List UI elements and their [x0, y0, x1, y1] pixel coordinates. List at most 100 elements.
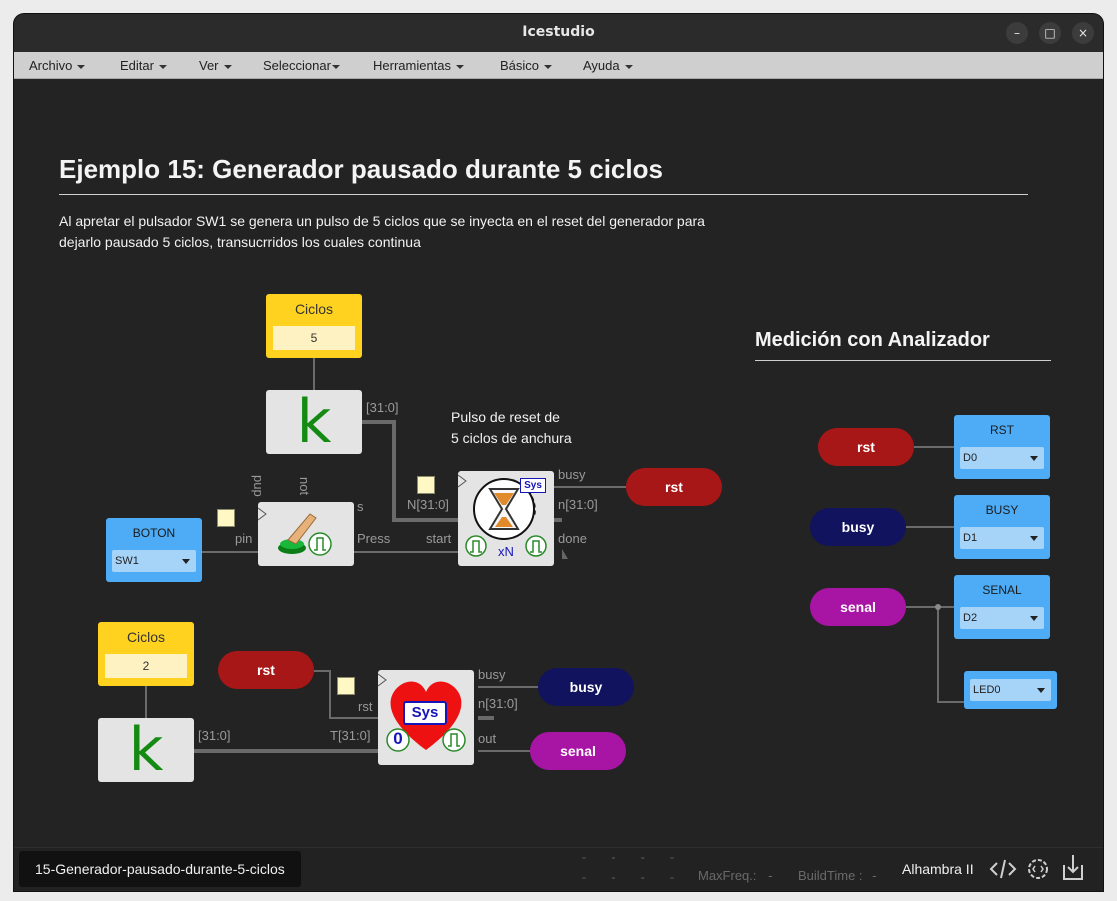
- pin-select-value: LED0: [973, 684, 1001, 696]
- dash: -: [611, 850, 616, 864]
- dropdown-arrow-icon: [1030, 456, 1038, 461]
- zero-label: 0: [393, 729, 403, 748]
- output-title: RST: [990, 423, 1014, 437]
- junction-dot: [935, 604, 941, 610]
- dash: -: [670, 850, 675, 864]
- minimize-button[interactable]: –: [1006, 22, 1028, 44]
- pin-select-value: SW1: [115, 555, 139, 567]
- input-boton[interactable]: BOTON SW1: [106, 518, 202, 582]
- output-senal[interactable]: SENAL D2: [954, 575, 1050, 639]
- bus-label: [31:0]: [366, 400, 399, 415]
- constant-ciclos-5[interactable]: Ciclos 5: [266, 294, 362, 358]
- file-tab[interactable]: 15-Generador-pausado-durante-5-ciclos: [19, 851, 301, 887]
- port-press: Press: [357, 531, 391, 546]
- timer-block[interactable]: Sys xN: [457, 471, 554, 566]
- status-dashes-top: - - - -: [582, 850, 674, 864]
- dropdown-arrow-icon: [182, 559, 190, 564]
- button-block[interactable]: [257, 502, 354, 566]
- maxfreq-value: -: [768, 868, 773, 883]
- port-done: done: [558, 531, 587, 546]
- port-busy: busy: [558, 467, 586, 482]
- port-pin: pin: [235, 531, 253, 546]
- description-line-1: Al apretar el pulsador SW1 se genera un …: [59, 213, 705, 229]
- maxfreq-label: MaxFreq.:: [698, 868, 757, 883]
- heartbeat-block[interactable]: Sys 0: [377, 670, 474, 765]
- label-busy-in[interactable]: busy: [810, 508, 906, 546]
- label-senal-in[interactable]: senal: [810, 588, 906, 626]
- annotation-line-2: 5 ciclos de anchura: [451, 430, 572, 446]
- output-rst[interactable]: RST D0: [954, 415, 1050, 479]
- code-icon[interactable]: [988, 856, 1018, 882]
- parameter-square[interactable]: [417, 476, 435, 494]
- board-name[interactable]: Alhambra II: [902, 861, 974, 877]
- buildtime: BuildTime : -: [798, 868, 877, 883]
- port-n-out: n[31:0]: [558, 497, 598, 512]
- xn-caption: xN: [498, 544, 514, 559]
- constant-value[interactable]: 2: [105, 654, 187, 678]
- menu-basico[interactable]: Básico: [500, 58, 553, 73]
- pin-select-value: D0: [963, 452, 978, 464]
- pin-select-value: D1: [963, 532, 978, 544]
- sys-badge: Sys: [520, 478, 546, 493]
- parameter-square[interactable]: [337, 677, 355, 695]
- output-title: BUSY: [985, 503, 1019, 517]
- push-button-icon: [257, 507, 332, 556]
- menu-archivo[interactable]: Archivo: [29, 58, 86, 73]
- label-rst-in[interactable]: rst: [818, 428, 914, 466]
- parameter-square[interactable]: [217, 509, 235, 527]
- dash: -: [640, 850, 645, 864]
- title-divider: [59, 194, 1028, 195]
- port-s: s: [357, 499, 364, 514]
- menu-archivo-label: Archivo: [29, 58, 73, 73]
- label-rst-out[interactable]: rst: [626, 468, 722, 506]
- pin-select[interactable]: SW1: [112, 550, 196, 572]
- constant-value[interactable]: 5: [273, 326, 355, 350]
- label-rst-in[interactable]: rst: [218, 651, 314, 689]
- port-t: T[31:0]: [330, 728, 371, 743]
- pin-select[interactable]: LED0: [970, 679, 1051, 701]
- output-led0[interactable]: LED0: [964, 671, 1057, 709]
- port-rst: rst: [358, 699, 373, 714]
- pin-select[interactable]: D1: [960, 527, 1044, 549]
- buildtime-label: BuildTime :: [798, 868, 863, 883]
- port-not: not: [297, 477, 312, 496]
- menu-editar[interactable]: Editar: [120, 58, 167, 73]
- menu-ayuda[interactable]: Ayuda: [583, 58, 633, 73]
- analyzer-heading: Medición con Analizador: [755, 329, 990, 351]
- settings-icon[interactable]: [1024, 855, 1052, 883]
- reset-annotation: Pulso de reset de 5 ciclos de anchura: [451, 407, 572, 449]
- constant-title: Ciclos: [126, 629, 166, 645]
- pin-select-value: D2: [963, 612, 978, 624]
- chevron-down-icon: [77, 64, 86, 69]
- dash: -: [640, 870, 645, 884]
- label-busy-out[interactable]: busy: [538, 668, 634, 706]
- constant-ciclos-2[interactable]: Ciclos 2: [98, 622, 194, 686]
- k-block-2[interactable]: k: [98, 718, 194, 782]
- output-title: SENAL: [982, 583, 1022, 597]
- dropdown-arrow-icon: [1030, 536, 1038, 541]
- window-title: Icestudio: [522, 24, 595, 40]
- chevron-down-icon: [456, 64, 465, 69]
- menu-ayuda-label: Ayuda: [583, 58, 620, 73]
- download-icon[interactable]: [1060, 853, 1086, 883]
- menu-seleccionar[interactable]: Seleccionar: [263, 58, 340, 73]
- pin-select[interactable]: D2: [960, 607, 1044, 629]
- app-window: Icestudio – □ × Archivo Editar Ver Selec…: [14, 14, 1103, 891]
- maxfreq: MaxFreq.: -: [698, 868, 772, 883]
- design-canvas[interactable]: Ejemplo 15: Generador pausado durante 5 …: [14, 79, 1103, 847]
- dash: -: [670, 870, 675, 884]
- maximize-button[interactable]: □: [1039, 22, 1061, 44]
- pin-select[interactable]: D0: [960, 447, 1044, 469]
- menu-herramientas[interactable]: Herramientas: [373, 58, 465, 73]
- label-senal-out[interactable]: senal: [530, 732, 626, 770]
- output-busy[interactable]: BUSY D1: [954, 495, 1050, 559]
- bus-label: [31:0]: [198, 728, 231, 743]
- k-block-1[interactable]: k: [266, 390, 362, 454]
- menu-editar-label: Editar: [120, 58, 154, 73]
- status-dashes-bottom: - - - -: [582, 870, 674, 884]
- port-busy: busy: [478, 667, 506, 682]
- port-out: out: [478, 731, 497, 746]
- menu-ver[interactable]: Ver: [199, 58, 232, 73]
- close-button[interactable]: ×: [1072, 22, 1094, 44]
- chevron-down-icon: [331, 64, 340, 69]
